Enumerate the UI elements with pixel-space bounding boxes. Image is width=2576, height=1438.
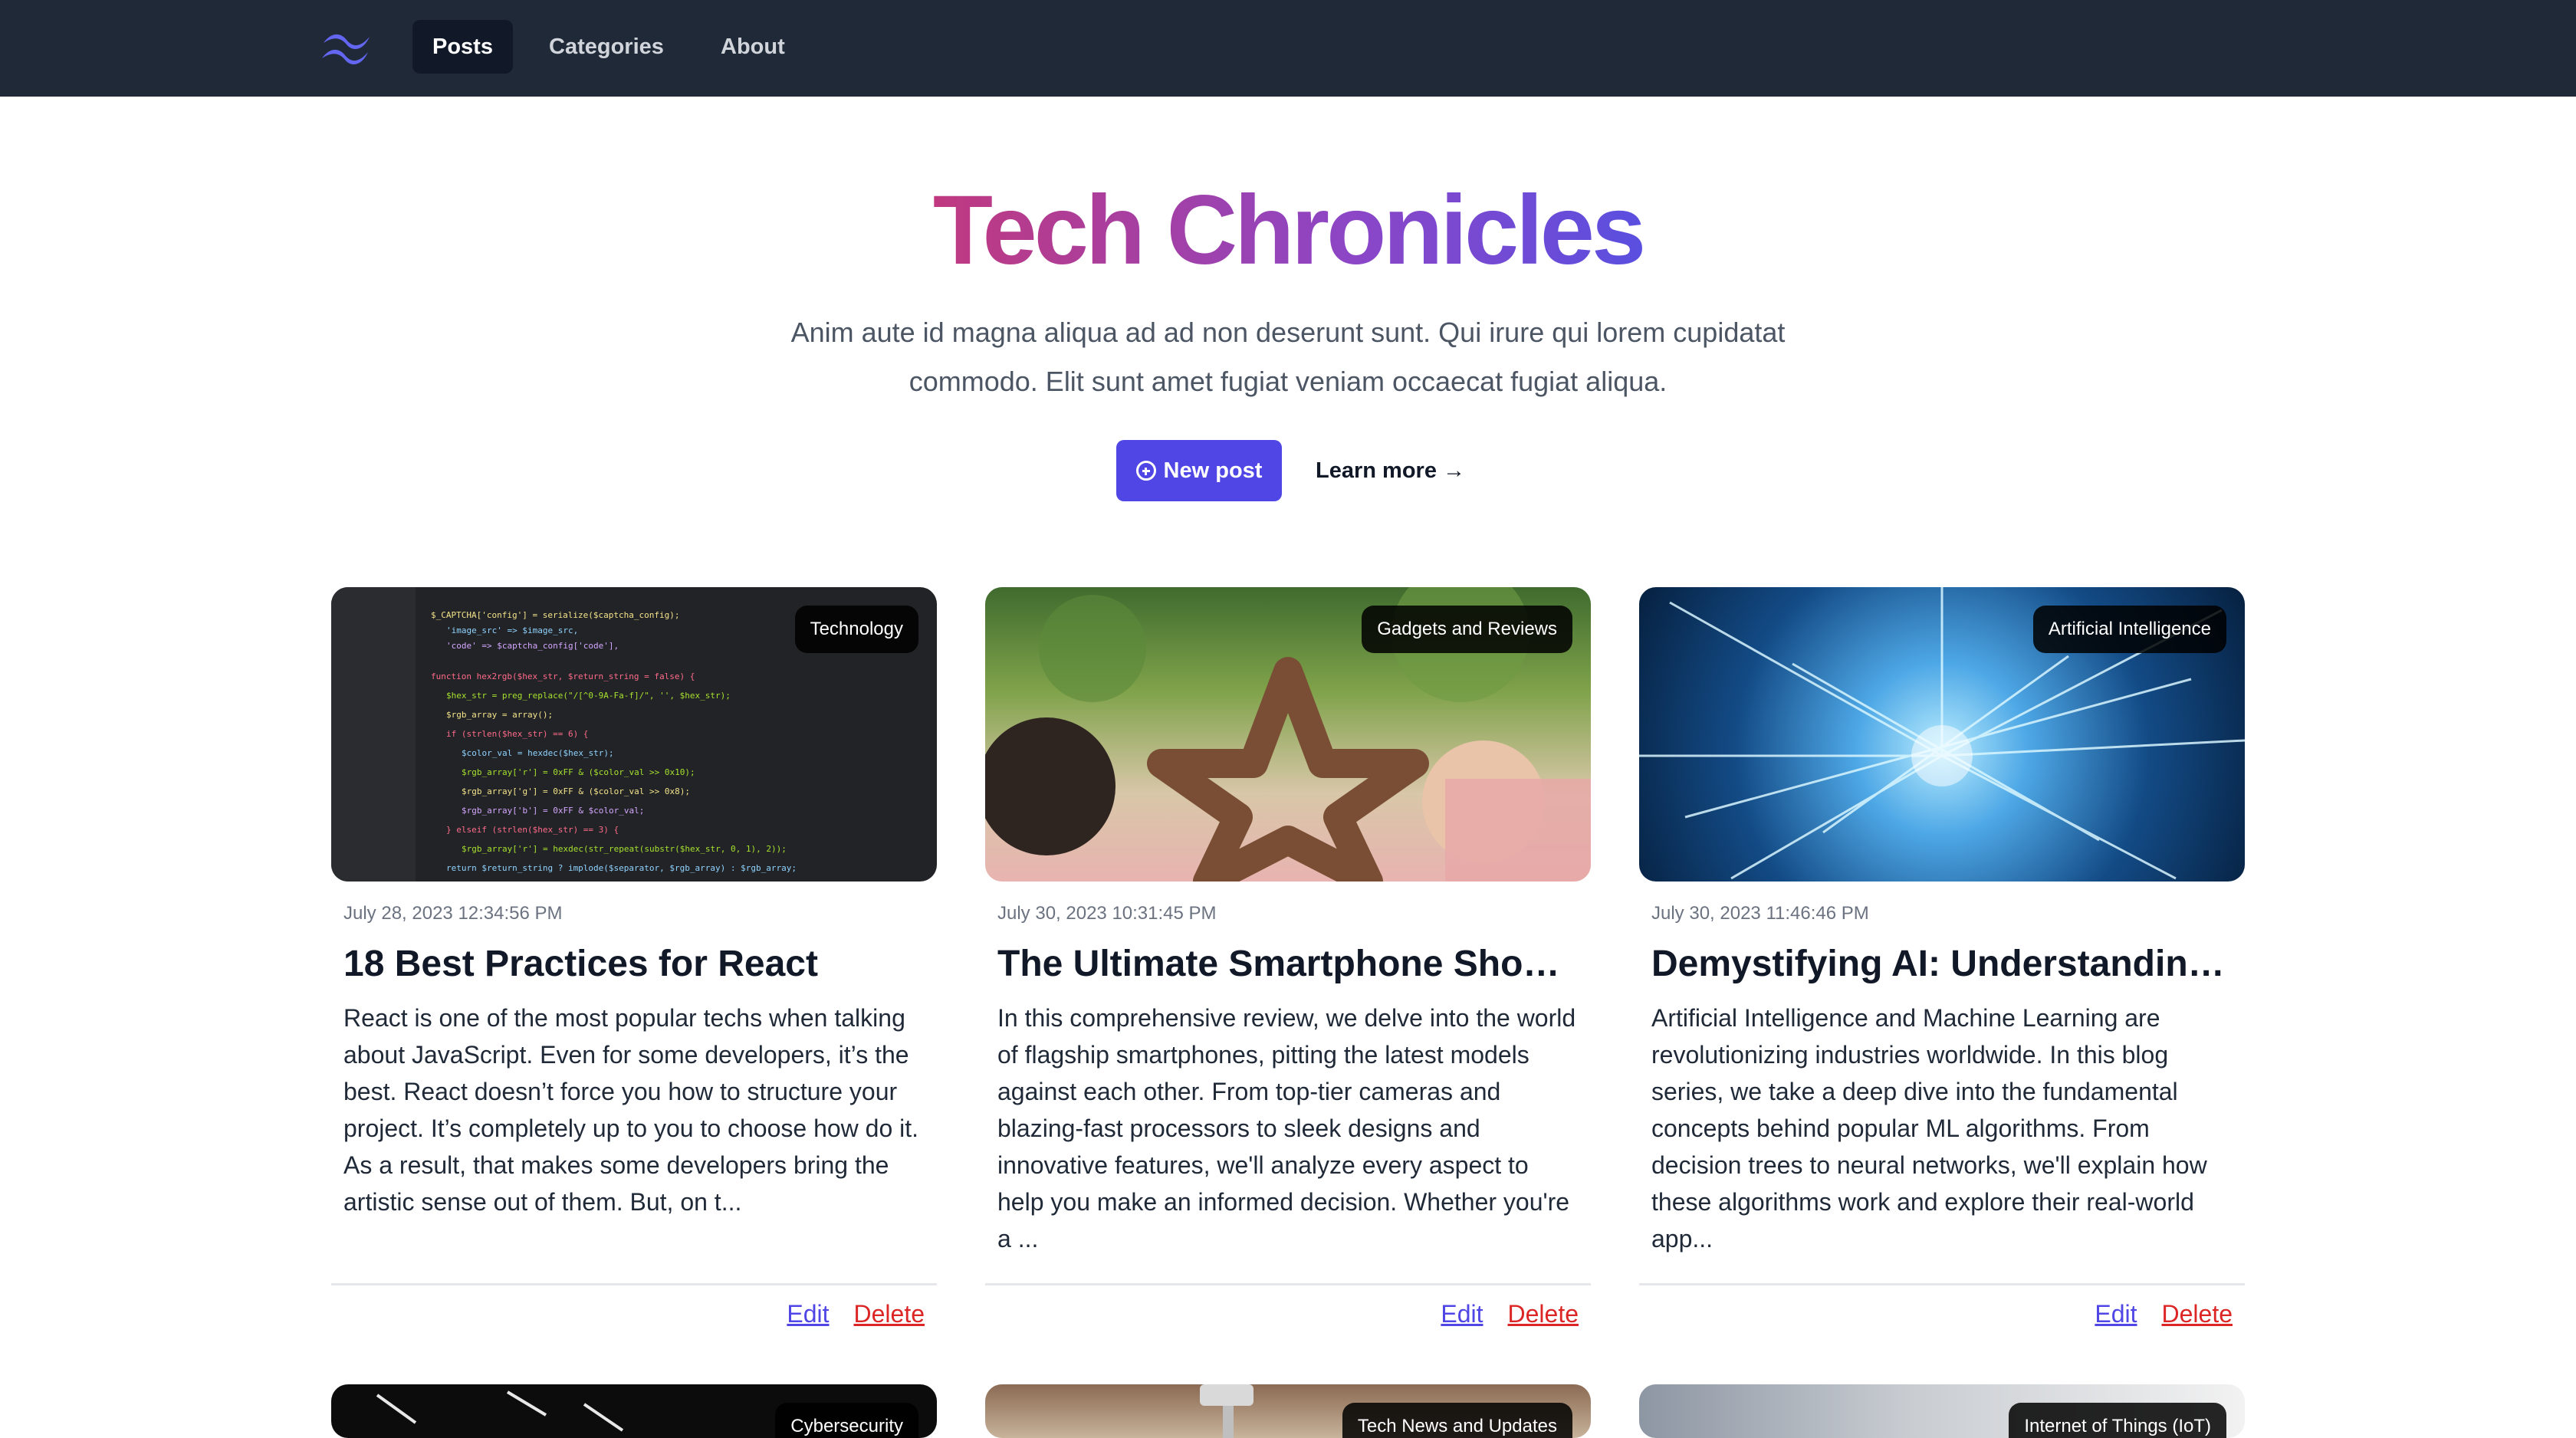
- new-post-button[interactable]: New post: [1116, 440, 1282, 501]
- category-badge: Tech News and Updates: [1342, 1403, 1572, 1438]
- post-date: July 30, 2023 10:31:45 PM: [997, 903, 1217, 924]
- post-date: July 30, 2023 11:46:46 PM: [1651, 903, 1869, 924]
- nav-link-categories[interactable]: Categories: [529, 20, 684, 74]
- tailwind-logo-icon[interactable]: [317, 28, 376, 67]
- post-card: Tech News and Updates: [985, 1384, 1591, 1438]
- post-image[interactable]: $_CAPTCHA['config'] = serialize($captcha…: [331, 587, 937, 882]
- svg-text:$rgb_array = array();: $rgb_array = array();: [446, 710, 553, 720]
- post-excerpt: React is one of the most popular techs w…: [343, 1004, 919, 1216]
- post-card: $_CAPTCHA['config'] = serialize($captcha…: [331, 587, 937, 1438]
- category-badge: Cybersecurity: [775, 1403, 918, 1438]
- svg-text:$hex_str = preg_replace("/[^0-: $hex_str = preg_replace("/[^0-9A-Fa-f]/"…: [446, 691, 731, 701]
- post-excerpt: Artificial Intelligence and Machine Lear…: [1651, 1004, 2207, 1253]
- card-divider: [331, 1283, 937, 1285]
- card-actions: Edit Delete: [2095, 1300, 2233, 1328]
- post-image[interactable]: Artificial Intelligence: [1639, 587, 2245, 882]
- nav-link-about[interactable]: About: [701, 20, 805, 74]
- svg-text:$rgb_array['r'] = 0xFF & ($col: $rgb_array['r'] = 0xFF & ($color_val >> …: [462, 767, 695, 777]
- card-actions: Edit Delete: [787, 1300, 925, 1328]
- category-badge: Gadgets and Reviews: [1362, 606, 1572, 653]
- category-badge: Artificial Intelligence: [2032, 606, 2226, 653]
- post-title[interactable]: The Ultimate Smartphone Showd...: [997, 937, 1588, 992]
- svg-text:return $return_string ? implod: return $return_string ? implode($separat…: [446, 863, 797, 873]
- edit-link[interactable]: Edit: [1441, 1300, 1483, 1328]
- hero-description: Anim aute id magna aliqua ad ad non dese…: [790, 317, 1786, 397]
- delete-link[interactable]: Delete: [1508, 1300, 1579, 1328]
- nav-link-posts[interactable]: Posts: [412, 20, 513, 74]
- svg-text:function hex2rgb($hex_str, $re: function hex2rgb($hex_str, $return_strin…: [431, 671, 695, 681]
- svg-text:'code' => $captcha_config['cod: 'code' => $captcha_config['code'],: [446, 641, 619, 651]
- learn-more-link[interactable]: Learn more →: [1316, 440, 1465, 501]
- post-image[interactable]: Gadgets and Reviews: [985, 587, 1591, 882]
- post-title[interactable]: Demystifying AI: Understanding ...: [1651, 937, 2242, 992]
- edit-link[interactable]: Edit: [2095, 1300, 2137, 1328]
- post-image[interactable]: Tech News and Updates: [985, 1384, 1591, 1438]
- post-card: Artificial Intelligence July 30, 2023 11…: [1639, 587, 2245, 1438]
- top-navbar: Posts Categories About: [0, 0, 2576, 97]
- post-card: Cybersecurity: [331, 1384, 937, 1438]
- post-date: July 28, 2023 12:34:56 PM: [343, 903, 563, 924]
- category-badge: Internet of Things (IoT): [2009, 1403, 2226, 1438]
- svg-text:} elseif (strlen($hex_str) ==: } elseif (strlen($hex_str) == 3) {: [446, 825, 619, 835]
- plus-circle-icon: [1135, 461, 1156, 481]
- svg-text:$_CAPTCHA['config'] = serializ: $_CAPTCHA['config'] = serialize($captcha…: [431, 610, 680, 620]
- new-post-label: New post: [1163, 458, 1263, 483]
- svg-text:$rgb_array['r'] = hexdec(str_r: $rgb_array['r'] = hexdec(str_repeat(subs…: [462, 844, 787, 854]
- post-card: Gadgets and Reviews July 30, 2023 10:31:…: [985, 587, 1591, 1438]
- post-image[interactable]: Cybersecurity: [331, 1384, 937, 1438]
- delete-link[interactable]: Delete: [854, 1300, 925, 1328]
- card-divider: [985, 1283, 1591, 1285]
- post-title[interactable]: 18 Best Practices for React: [343, 937, 934, 992]
- post-excerpt: In this comprehensive review, we delve i…: [997, 1004, 1576, 1253]
- svg-text:$rgb_array['b'] = 0xFF & $colo: $rgb_array['b'] = 0xFF & $color_val;: [462, 806, 644, 816]
- category-badge: Technology: [794, 606, 918, 653]
- post-image[interactable]: Internet of Things (IoT): [1639, 1384, 2245, 1438]
- svg-text:$rgb_array['g'] = 0xFF & ($col: $rgb_array['g'] = 0xFF & ($color_val >> …: [462, 786, 690, 796]
- card-actions: Edit Delete: [1441, 1300, 1579, 1328]
- page-title: Tech Chronicles: [932, 176, 1646, 285]
- post-card: Internet of Things (IoT): [1639, 1384, 2245, 1438]
- svg-text:$color_val = hexdec($hex_str);: $color_val = hexdec($hex_str);: [462, 748, 614, 758]
- svg-text:if (strlen($hex_str) == 6) {: if (strlen($hex_str) == 6) {: [446, 729, 588, 739]
- edit-link[interactable]: Edit: [787, 1300, 829, 1328]
- delete-link[interactable]: Delete: [2162, 1300, 2233, 1328]
- card-divider: [1639, 1283, 2245, 1285]
- svg-text:'image_src' => $image_src,: 'image_src' => $image_src,: [446, 625, 578, 635]
